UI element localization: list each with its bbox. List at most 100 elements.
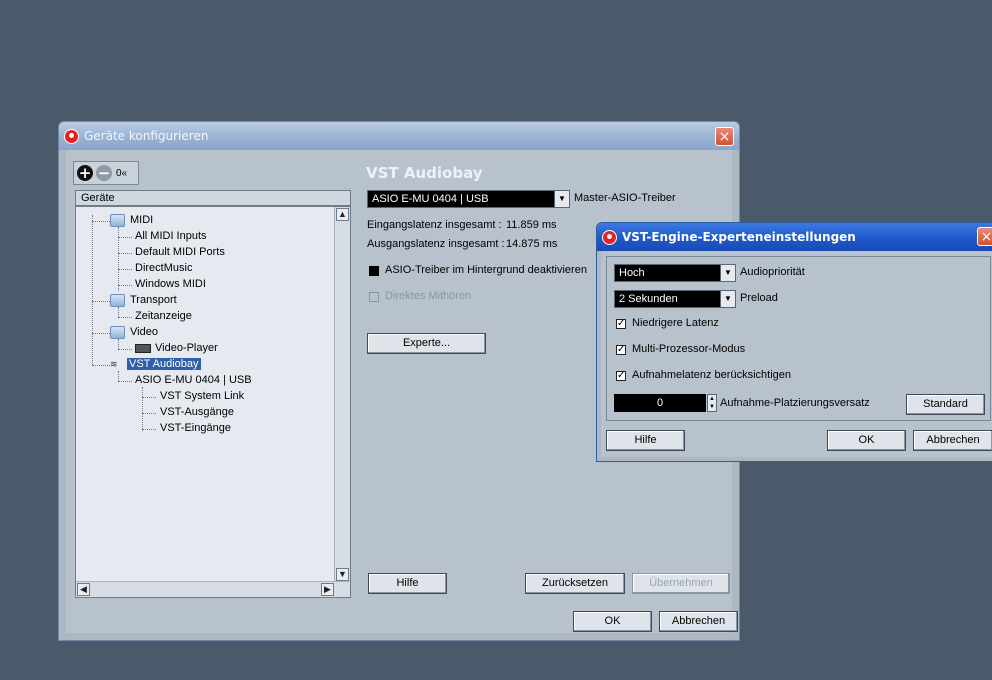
tree-node-vst-system-link[interactable]: VST System Link (160, 389, 244, 404)
master-asio-driver-select[interactable]: ASIO E-MU 0404 | USB ▼ (367, 190, 570, 208)
cubase-logo-icon (602, 229, 617, 245)
tree-line (92, 333, 110, 334)
devices-titlebar[interactable]: Geräte konfigurieren × (59, 122, 739, 150)
expert-titlebar[interactable]: VST-Engine-Experteneinstellungen × (597, 223, 992, 251)
record-latency-label: Aufnahmelatenz berücksichtigen (632, 369, 791, 381)
record-offset-spinbox[interactable]: 0 ▲ ▼ (614, 394, 717, 412)
device-tree: MIDI All MIDI Inputs Default MIDI Ports … (75, 206, 351, 598)
tree-line (118, 285, 132, 286)
tree-node-zeitanzeige[interactable]: Zeitanzeige (135, 309, 192, 324)
audio-priority-value: Hoch (619, 267, 645, 279)
folder-icon (110, 326, 125, 339)
reset-button[interactable]: Zurücksetzen (525, 573, 625, 594)
tree-line (142, 387, 143, 431)
expert-settings-group: Hoch ▼ Audiopriorität 2 Sekunden ▼ Prelo… (606, 256, 991, 421)
tree-node-all-midi-inputs[interactable]: All MIDI Inputs (135, 229, 207, 244)
tree-vertical-scrollbar[interactable]: ▲ ▼ (334, 207, 350, 582)
tree-line (118, 317, 132, 318)
preload-value: 2 Sekunden (619, 293, 678, 305)
tree-node-video-player[interactable]: Video-Player (135, 341, 218, 356)
expert-help-button[interactable]: Hilfe (606, 430, 685, 451)
tree-node-vst-audiobay[interactable]: ≋ VST Audiobay (110, 357, 201, 372)
standard-button[interactable]: Standard (906, 394, 985, 415)
tree-node-transport[interactable]: Transport (110, 293, 177, 308)
tree-line (118, 381, 132, 382)
scroll-left-arrow-icon[interactable]: ◀ (77, 583, 90, 596)
spin-arrows-icon[interactable]: ▲ ▼ (707, 394, 717, 412)
tree-toolbar: + − 0« (73, 161, 139, 185)
multiprocessor-checkbox[interactable]: ✓ (616, 345, 626, 355)
tree-line (118, 339, 119, 349)
video-player-icon (135, 343, 151, 353)
panel-help-button[interactable]: Hilfe (368, 573, 447, 594)
dropdown-arrow-icon[interactable]: ▼ (720, 291, 735, 307)
reset-device-button[interactable]: 0« (116, 168, 127, 179)
record-offset-value: 0 (656, 397, 664, 409)
master-asio-driver-value: ASIO E-MU 0404 | USB (372, 193, 489, 205)
expert-ok-button[interactable]: OK (827, 430, 906, 451)
tree-line (118, 237, 132, 238)
record-offset-label: Aufnahme-Platzierungsversatz (720, 397, 870, 409)
tree-line (118, 349, 132, 350)
tree-node-label: MIDI (130, 214, 154, 226)
tree-line (142, 413, 156, 414)
tree-node-asio-emu[interactable]: ASIO E-MU 0404 | USB (135, 373, 252, 388)
output-latency-label: Ausgangslatenz insgesamt : (367, 238, 505, 250)
apply-button[interactable]: Übernehmen (632, 573, 730, 594)
tree-horizontal-scrollbar[interactable]: ◀ ▶ (76, 581, 350, 597)
panel-title: VST Audiobay (366, 164, 483, 182)
devices-close-button[interactable]: × (715, 127, 734, 146)
input-latency-value: 11.859 ms (506, 219, 557, 231)
scroll-right-arrow-icon[interactable]: ▶ (321, 583, 334, 596)
input-latency-label: Eingangslatenz insgesamt : (367, 219, 502, 231)
output-latency-value: 14.875 ms (506, 238, 558, 250)
expert-close-button[interactable]: × (977, 227, 992, 246)
tree-node-label: Video (130, 326, 158, 338)
scroll-up-arrow-icon[interactable]: ▲ (336, 208, 349, 221)
dropdown-arrow-icon[interactable]: ▼ (554, 191, 569, 207)
preload-label: Preload (740, 292, 778, 304)
multiprocessor-label: Multi-Prozessor-Modus (632, 343, 746, 355)
preload-select[interactable]: 2 Sekunden ▼ (614, 290, 736, 308)
tree-column-header[interactable]: Geräte (75, 190, 351, 206)
scroll-down-arrow-icon[interactable]: ▼ (336, 568, 349, 581)
tree-node-label: Transport (130, 294, 177, 306)
asio-background-checkbox[interactable] (369, 266, 379, 276)
audio-waveform-icon: ≋ (110, 358, 118, 369)
tree-line (142, 397, 156, 398)
tree-line (92, 221, 110, 222)
remove-device-minus-icon[interactable]: − (96, 165, 112, 181)
expert-cancel-button[interactable]: Abbrechen (913, 430, 992, 451)
tree-line (92, 301, 110, 302)
tree-node-default-midi-ports[interactable]: Default MIDI Ports (135, 245, 225, 260)
tree-node-directmusic[interactable]: DirectMusic (135, 261, 192, 276)
devices-cancel-button[interactable]: Abbrechen (659, 611, 738, 632)
direct-monitoring-checkbox[interactable] (369, 292, 379, 302)
tree-node-midi[interactable]: MIDI (110, 213, 153, 228)
low-latency-checkbox[interactable]: ✓ (616, 319, 626, 329)
vst-engine-expert-dialog: VST-Engine-Experteneinstellungen × Hoch … (596, 222, 992, 462)
expert-dialog-title: VST-Engine-Experteneinstellungen (622, 230, 856, 244)
tree-node-vst-ausgaenge[interactable]: VST-Ausgänge (160, 405, 234, 420)
dropdown-arrow-icon[interactable]: ▼ (720, 265, 735, 281)
tree-node-label: Video-Player (155, 342, 218, 354)
tree-line (142, 429, 156, 430)
tree-line (118, 307, 119, 317)
expert-client-area: Hoch ▼ Audiopriorität 2 Sekunden ▼ Prelo… (601, 251, 992, 457)
tree-line (118, 371, 119, 381)
audio-priority-select[interactable]: Hoch ▼ (614, 264, 736, 282)
devices-window-title: Geräte konfigurieren (84, 129, 209, 143)
folder-icon (110, 214, 125, 227)
tree-node-windows-midi[interactable]: Windows MIDI (135, 277, 206, 292)
tree-node-video[interactable]: Video (110, 325, 158, 340)
expert-button[interactable]: Experte... (367, 333, 486, 354)
add-device-plus-icon[interactable]: + (77, 165, 93, 181)
direct-monitoring-label: Direktes Mithören (385, 290, 472, 302)
devices-ok-button[interactable]: OK (573, 611, 652, 632)
low-latency-label: Niedrigere Latenz (632, 317, 719, 329)
record-latency-checkbox[interactable]: ✓ (616, 371, 626, 381)
tree-line (118, 269, 132, 270)
audio-priority-label: Audiopriorität (740, 266, 805, 278)
tree-line (92, 215, 93, 365)
tree-node-vst-eingaenge[interactable]: VST-Eingänge (160, 421, 231, 436)
